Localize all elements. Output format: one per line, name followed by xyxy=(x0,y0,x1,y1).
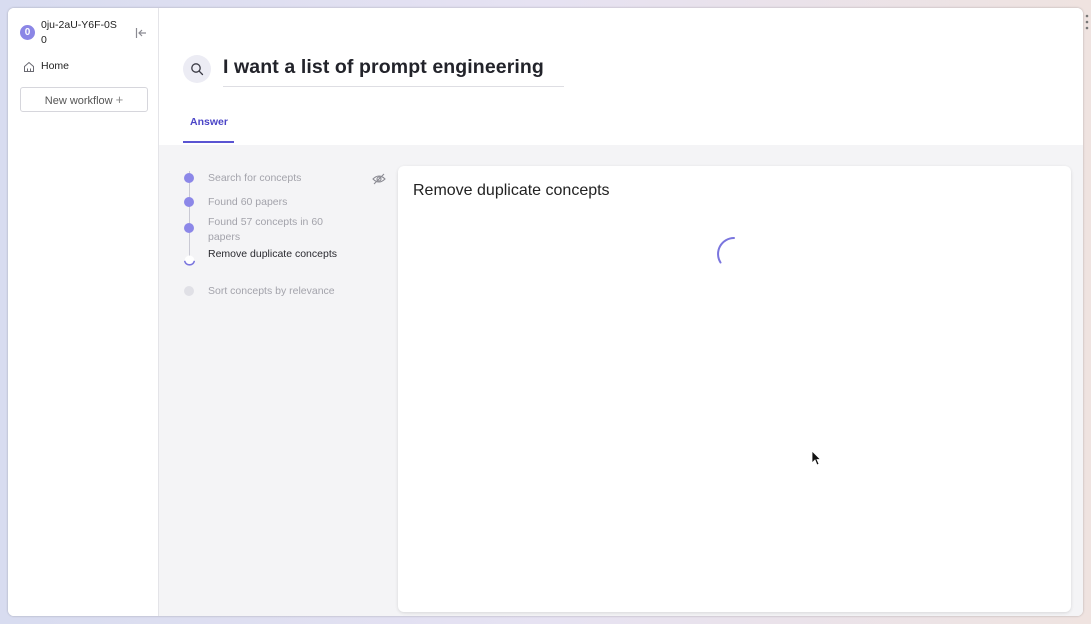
step-connector-line xyxy=(189,171,190,261)
result-panel: Remove duplicate concepts xyxy=(398,166,1071,612)
main-area: I want a list of prompt engineering Answ… xyxy=(159,8,1083,616)
tab-answer[interactable]: Answer xyxy=(184,116,234,142)
workspace-name: 0ju-2aU-Y6F-0S0 xyxy=(41,19,117,46)
search-icon xyxy=(191,63,204,76)
step-pending-dot xyxy=(184,286,194,296)
step-label: Remove duplicate concepts xyxy=(208,248,337,260)
step-spinner-icon xyxy=(184,255,195,266)
step-label: Search for concepts xyxy=(208,172,302,184)
workspace-avatar: 0 xyxy=(20,25,35,40)
app-window: 0 0ju-2aU-Y6F-0S0 Home New workflow + I … xyxy=(8,8,1083,616)
sidebar-item-home[interactable]: Home xyxy=(20,58,148,76)
step-done-dot xyxy=(184,173,194,183)
workspace-switcher[interactable]: 0 0ju-2aU-Y6F-0S0 xyxy=(20,18,150,48)
search-button[interactable] xyxy=(183,55,211,83)
collapse-left-icon[interactable] xyxy=(134,26,148,40)
panel-title: Remove duplicate concepts xyxy=(413,182,610,199)
home-icon xyxy=(23,60,35,72)
step-label: Found 60 papers xyxy=(208,196,288,208)
home-label: Home xyxy=(41,60,70,72)
content-area: Search for concepts Found 60 papers Foun… xyxy=(159,145,1083,616)
progress-steps: Search for concepts Found 60 papers Foun… xyxy=(159,145,398,616)
step-done-dot xyxy=(184,197,194,207)
new-workflow-label: New workflow xyxy=(44,95,113,107)
new-workflow-button[interactable]: New workflow + xyxy=(20,87,148,112)
plus-icon: + xyxy=(115,92,124,107)
step-label: Sort concepts by relevance xyxy=(208,285,335,297)
hide-steps-button[interactable] xyxy=(372,172,386,185)
eye-off-icon xyxy=(372,173,386,185)
loading-spinner-icon xyxy=(717,237,735,264)
step-done-dot xyxy=(184,223,194,233)
mouse-cursor-icon xyxy=(811,450,821,466)
step-label: Found 57 concepts in 60 papers xyxy=(208,216,323,243)
sidebar: 0 0ju-2aU-Y6F-0S0 Home New workflow + xyxy=(8,8,159,616)
active-tab-indicator xyxy=(183,141,234,143)
header: I want a list of prompt engineering Answ… xyxy=(159,8,1083,145)
query-title[interactable]: I want a list of prompt engineering xyxy=(223,56,564,87)
more-options-icon[interactable] xyxy=(1085,14,1089,30)
